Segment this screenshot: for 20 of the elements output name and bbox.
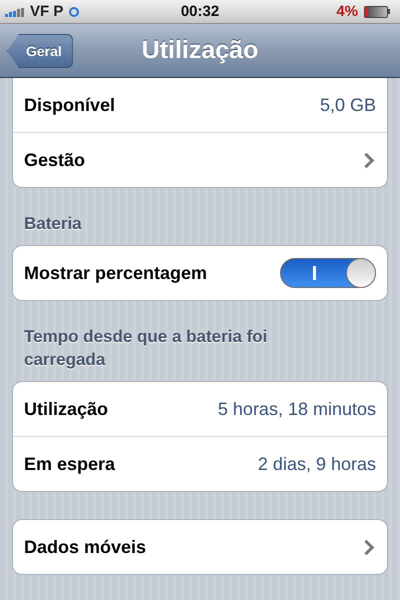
row-label: Disponível — [24, 94, 116, 116]
row-label: Dados móveis — [24, 536, 146, 558]
row-label: Mostrar percentagem — [24, 262, 208, 284]
signal-icon — [5, 6, 24, 16]
battery-icon — [364, 6, 392, 18]
row-value: 2 dias, 9 horas — [258, 454, 376, 474]
carrier-name: VF P — [30, 3, 64, 20]
toggle-switch[interactable] — [280, 258, 376, 288]
row-label: Utilização — [24, 398, 108, 420]
back-button[interactable]: Geral — [7, 34, 73, 68]
section-header: Bateria — [23, 213, 83, 235]
row-value: 5,0 GB — [320, 94, 376, 116]
activity-icon — [69, 6, 80, 16]
row-label: Em espera — [24, 454, 116, 474]
section-header: Tempo desde que a bateria foi carregada — [23, 326, 268, 371]
nav-title: Utilização — [142, 36, 258, 65]
status-time: 00:32 — [180, 3, 220, 20]
row-label: Gestão — [24, 150, 86, 170]
row-value: 5 horas, 18 minutos — [218, 398, 376, 420]
battery-percent: 4% — [336, 3, 358, 20]
